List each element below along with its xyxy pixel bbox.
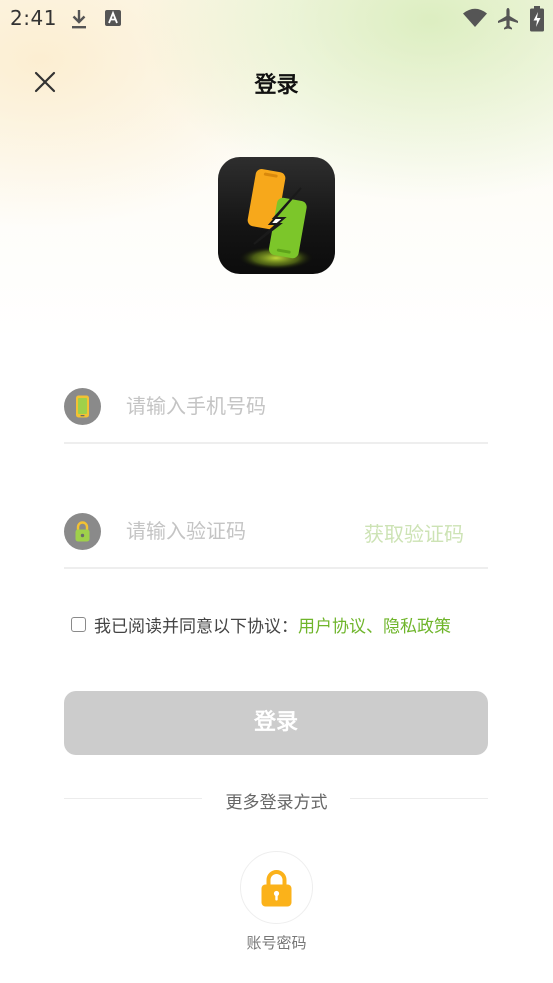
agreement-row: 我已阅读并同意以下协议： 用户协议、隐私政策: [71, 612, 451, 637]
lock-icon: [261, 870, 292, 907]
phone-underline: [64, 442, 488, 444]
login-button[interactable]: 登录: [64, 691, 488, 755]
lock-icon: [64, 513, 101, 550]
code-input[interactable]: [126, 515, 336, 547]
get-code-button[interactable]: 获取验证码: [364, 518, 464, 547]
account-password-login-button[interactable]: [240, 851, 313, 924]
account-password-label: 账号密码: [246, 934, 307, 952]
phone-icon: [64, 388, 101, 425]
wifi-icon: [462, 7, 488, 33]
download-icon: [69, 8, 89, 34]
battery-charging-icon: [530, 6, 544, 36]
status-time: 2:41: [10, 6, 57, 30]
agreement-text: 我已阅读并同意以下协议：: [94, 616, 298, 637]
agreement-checkbox[interactable]: [71, 616, 86, 632]
status-bar: 2:41: [0, 0, 553, 38]
phone-input[interactable]: [126, 390, 466, 422]
page-title: 登录: [254, 73, 299, 98]
phone-field: [64, 384, 488, 444]
code-underline: [64, 567, 488, 569]
agreement-link[interactable]: 用户协议、隐私政策: [298, 612, 451, 637]
font-a-icon: [104, 9, 122, 31]
more-login-label: 更多登录方式: [225, 793, 328, 813]
airplane-icon: [497, 7, 519, 35]
app-logo-icon: [218, 157, 335, 274]
code-field: 获取验证码: [64, 509, 488, 569]
